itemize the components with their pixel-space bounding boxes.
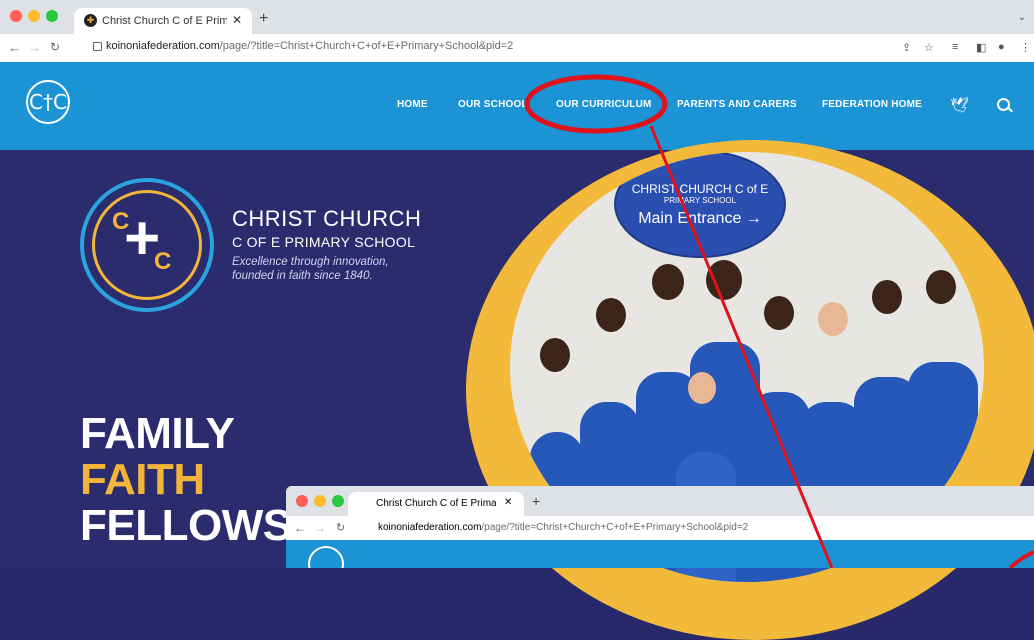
tagline-line-2: founded in faith since 1840.: [232, 270, 373, 282]
close-window-icon[interactable]: [10, 10, 22, 22]
pupil-head: [688, 372, 716, 404]
pupil-head: [652, 264, 684, 300]
menu-kebab-icon[interactable]: ⋮: [1020, 41, 1031, 54]
site-logo[interactable]: C†C: [26, 80, 70, 124]
pupil-head: [926, 270, 956, 304]
lock-icon: [93, 42, 102, 51]
back-icon[interactable]: ←: [8, 40, 21, 55]
pupil-head: [540, 338, 570, 372]
side-panel-icon[interactable]: ◧: [976, 41, 986, 54]
overlay-reload-icon: ↻: [336, 522, 346, 534]
plaque-line-1: CHRIST CHURCH C of E: [631, 182, 769, 196]
overlay-minimize-icon: [314, 495, 326, 507]
overlay-tab: Christ Church C of E Primary S ✕: [348, 492, 524, 516]
overlay-tab-title: Christ Church C of E Primary S: [376, 498, 496, 509]
nav-our-school[interactable]: OUR SCHOOL: [458, 99, 528, 110]
share-icon[interactable]: ⇪: [902, 41, 911, 54]
overlay-close-icon: [296, 495, 308, 507]
overlay-site-header: [286, 540, 1034, 568]
school-name: CHRIST CHURCH: [232, 206, 422, 231]
hero-word-fellowship: FELLOWS: [80, 501, 292, 550]
overlay-back-icon: ←: [294, 521, 306, 535]
overlay-tab-strip: Christ Church C of E Primary S ✕ +: [286, 486, 1034, 516]
tab-search-chevron-icon[interactable]: ⌄: [1018, 12, 1026, 23]
teacher-head: [706, 260, 742, 300]
site-header: C†C HOME OUR SCHOOL OUR CURRICULUM PAREN…: [0, 62, 1034, 150]
maximize-window-icon[interactable]: [46, 10, 58, 22]
reload-icon[interactable]: ↻: [50, 40, 60, 54]
school-subtitle: C OF E PRIMARY SCHOOL: [232, 234, 416, 250]
hero-word-faith: FAITH: [80, 455, 205, 504]
forward-icon[interactable]: →: [28, 40, 41, 55]
tab-title: Christ Church C of E Primary S: [102, 15, 227, 27]
tagline-line-1: Excellence through innovation,: [232, 256, 389, 268]
overlay-browser-screenshot: Christ Church C of E Primary S ✕ + ← → ↻…: [286, 486, 1034, 568]
browser-window: ✚ Christ Church C of E Primary S ✕ + ⌄ ←…: [0, 0, 1034, 640]
overlay-close-tab-icon: ✕: [504, 497, 513, 508]
pupil-head: [818, 302, 848, 336]
plaque-line-3: Main Entrance →: [638, 210, 762, 227]
overlay-maximize-icon: [332, 495, 344, 507]
nav-home[interactable]: HOME: [397, 99, 428, 110]
overlay-new-tab: +: [532, 493, 541, 509]
url-domain: koinoniafederation.com: [106, 40, 220, 52]
search-icon[interactable]: [997, 98, 1010, 111]
emblem-c-bottom: C: [154, 248, 172, 275]
overlay-logo: [308, 546, 344, 568]
nav-our-curriculum[interactable]: OUR CURRICULUM: [556, 99, 652, 110]
close-tab-icon[interactable]: ✕: [232, 13, 242, 27]
overlay-url-path: /page/?title=Christ+Church+C+of+E+Primar…: [481, 522, 749, 533]
overlay-address: koinoniafederation.com/page/?title=Chris…: [378, 522, 748, 533]
pupil-head: [764, 296, 794, 330]
profile-icon[interactable]: ●: [998, 41, 1005, 53]
browser-tab[interactable]: ✚ Christ Church C of E Primary S ✕: [74, 8, 252, 34]
browser-toolbar: ← → ↻ koinoniafederation.com/page/?title…: [0, 34, 1034, 63]
hero-word-family: FAMILY: [80, 409, 235, 458]
twitter-bird-icon[interactable]: 🕊: [950, 96, 969, 114]
minimize-window-icon[interactable]: [28, 10, 40, 22]
address-bar[interactable]: koinoniafederation.com/page/?title=Chris…: [106, 40, 513, 52]
nav-parents-and-carers[interactable]: PARENTS AND CARERS: [677, 99, 797, 110]
entrance-plaque: CHRIST CHURCH C of E PRIMARY SCHOOL Main…: [614, 152, 786, 258]
new-tab-button[interactable]: +: [259, 10, 268, 28]
reading-list-icon[interactable]: ≡: [952, 41, 958, 53]
nav-federation-home[interactable]: FEDERATION HOME: [822, 99, 922, 110]
url-path: /page/?title=Christ+Church+C+of+E+Primar…: [219, 40, 514, 52]
overlay-forward-icon: →: [314, 521, 326, 535]
favicon-icon: ✚: [84, 14, 97, 27]
overlay-toolbar: ← → ↻ koinoniafederation.com/page/?title…: [286, 516, 1034, 540]
bookmark-star-icon[interactable]: ☆: [924, 41, 934, 54]
pupil-head: [596, 298, 626, 332]
tab-strip: ✚ Christ Church C of E Primary S ✕ + ⌄: [0, 0, 1034, 34]
school-emblem: C + C: [80, 178, 214, 312]
overlay-url-domain: koinoniafederation.com: [378, 522, 482, 533]
plaque-line-2: PRIMARY SCHOOL: [663, 196, 737, 205]
pupil-head: [872, 280, 902, 314]
